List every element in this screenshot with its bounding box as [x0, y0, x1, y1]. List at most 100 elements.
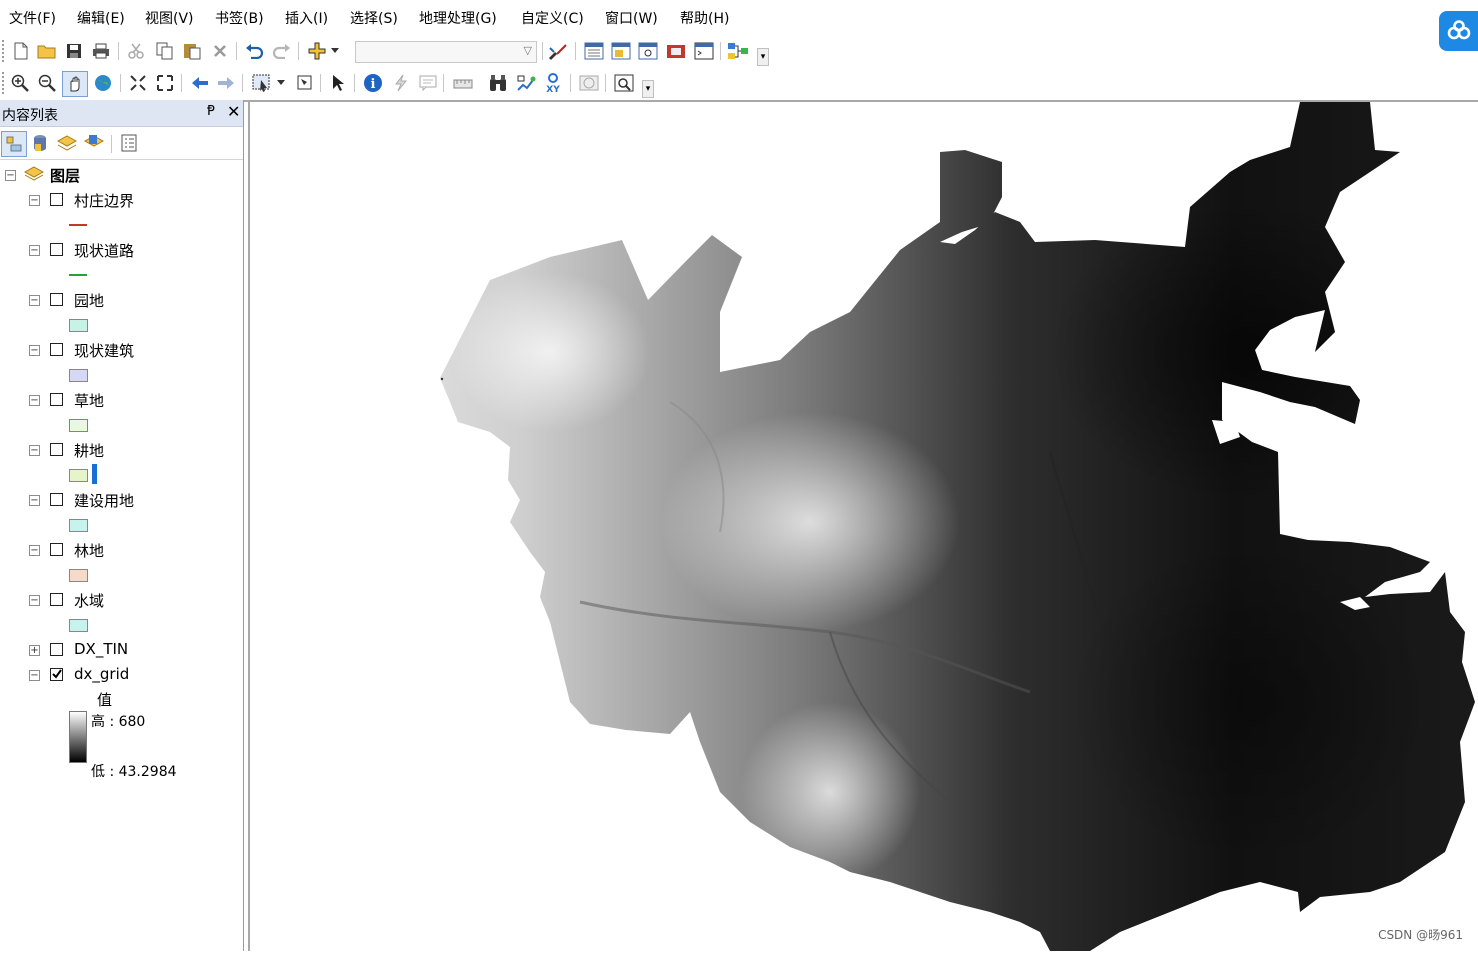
layer-name[interactable]: 村庄边界 — [74, 190, 134, 210]
layer-name[interactable]: DX_TIN — [74, 640, 128, 660]
select-elements-icon[interactable] — [326, 71, 350, 95]
layer-name[interactable]: 草地 — [74, 390, 104, 410]
layer-expand-toggle[interactable]: − — [29, 670, 40, 681]
open-folder-icon[interactable] — [35, 39, 59, 63]
layer-visibility-checkbox[interactable] — [50, 293, 63, 306]
forward-arrow-icon[interactable] — [214, 71, 238, 95]
viewer-window-icon[interactable] — [612, 71, 636, 95]
paste-icon[interactable] — [180, 39, 204, 63]
layer-expand-toggle[interactable]: − — [29, 495, 40, 506]
catalog-icon[interactable] — [609, 39, 633, 63]
layer-symbol-line[interactable] — [69, 224, 87, 226]
layer-expand-toggle[interactable]: − — [29, 595, 40, 606]
table-of-contents-icon[interactable] — [582, 39, 606, 63]
toolbar-grip[interactable] — [2, 72, 7, 94]
layer-name[interactable]: 建设用地 — [74, 490, 134, 510]
menu-view[interactable]: 视图(V) — [145, 8, 194, 28]
layer-visibility-checkbox[interactable] — [50, 593, 63, 606]
zoom-in-icon[interactable] — [8, 71, 32, 95]
measure-icon[interactable] — [451, 71, 475, 95]
layers-collapse-toggle[interactable]: − — [5, 170, 16, 181]
toolbar-grip[interactable] — [2, 40, 7, 62]
pan-icon[interactable] — [62, 71, 88, 97]
layer-symbol-line[interactable] — [69, 274, 87, 276]
toolbar-options-icon[interactable]: ▾ — [642, 80, 654, 98]
close-icon[interactable]: ✕ — [227, 102, 240, 121]
list-by-drawing-order-icon[interactable] — [1, 131, 27, 157]
identify-icon[interactable]: i — [361, 71, 385, 95]
list-by-source-icon[interactable] — [28, 131, 52, 155]
search-window-icon[interactable] — [636, 39, 660, 63]
new-document-icon[interactable] — [9, 39, 33, 63]
layer-expand-toggle[interactable]: − — [29, 445, 40, 456]
layer-name[interactable]: dx_grid — [74, 665, 129, 685]
delete-icon[interactable] — [208, 39, 232, 63]
copy-icon[interactable] — [153, 39, 177, 63]
layer-visibility-checkbox[interactable] — [50, 243, 63, 256]
layer-visibility-checkbox[interactable] — [50, 343, 63, 356]
layer-visibility-checkbox[interactable] — [50, 643, 63, 656]
pin-icon[interactable]: Ᵽ — [207, 104, 215, 119]
layer-symbol-fill[interactable] — [69, 519, 88, 532]
options-icon[interactable] — [117, 131, 141, 155]
layer-symbol-fill[interactable] — [69, 369, 88, 382]
layer-symbol-fill[interactable] — [69, 469, 88, 482]
cloud-sync-icon[interactable] — [1439, 11, 1478, 51]
menu-help[interactable]: 帮助(H) — [680, 8, 729, 28]
select-features-icon[interactable] — [250, 71, 274, 95]
html-popup-icon[interactable] — [416, 71, 440, 95]
find-route-icon[interactable] — [514, 71, 538, 95]
layer-symbol-fill[interactable] — [69, 319, 88, 332]
layer-expand-toggle[interactable]: − — [29, 195, 40, 206]
add-data-dropdown-icon[interactable] — [328, 39, 342, 63]
go-to-xy-icon[interactable]: XY — [541, 71, 565, 95]
layer-symbol-fill[interactable] — [69, 419, 88, 432]
menu-customize[interactable]: 自定义(C) — [521, 8, 584, 28]
full-extent-icon[interactable] — [91, 71, 115, 95]
layer-expand-toggle[interactable]: − — [29, 295, 40, 306]
select-dropdown-icon[interactable] — [274, 71, 288, 95]
time-slider-icon[interactable] — [577, 71, 601, 95]
print-icon[interactable] — [89, 39, 113, 63]
menu-geoprocessing[interactable]: 地理处理(G) — [419, 8, 497, 28]
layer-expand-toggle[interactable]: + — [29, 645, 40, 656]
layer-symbol-fill[interactable] — [69, 569, 88, 582]
layer-symbol-fill[interactable] — [69, 619, 88, 632]
layer-expand-toggle[interactable]: − — [29, 345, 40, 356]
fixed-zoom-out-icon[interactable] — [153, 71, 177, 95]
layer-name[interactable]: 耕地 — [74, 440, 104, 460]
redo-icon[interactable] — [270, 39, 294, 63]
back-arrow-icon[interactable] — [188, 71, 212, 95]
clear-selection-icon[interactable] — [293, 71, 317, 95]
layer-visibility-checkbox[interactable] — [50, 393, 63, 406]
add-data-icon[interactable] — [305, 39, 329, 63]
save-icon[interactable] — [62, 39, 86, 63]
list-by-selection-icon[interactable] — [82, 131, 106, 155]
fixed-zoom-in-icon[interactable] — [126, 71, 150, 95]
editor-toolbar-icon[interactable] — [546, 39, 570, 63]
menu-selection[interactable]: 选择(S) — [350, 8, 398, 28]
list-by-visibility-icon[interactable] — [55, 131, 79, 155]
cut-icon[interactable] — [124, 39, 148, 63]
modelbuilder-icon[interactable] — [726, 39, 750, 63]
layer-name[interactable]: 水域 — [74, 590, 104, 610]
menu-windows[interactable]: 窗口(W) — [605, 8, 658, 28]
layer-visibility-checkbox[interactable] — [50, 443, 63, 456]
menu-edit[interactable]: 编辑(E) — [77, 8, 125, 28]
layer-name[interactable]: 园地 — [74, 290, 104, 310]
layer-visibility-checkbox[interactable] — [50, 668, 63, 681]
arctoolbox-icon[interactable] — [664, 39, 688, 63]
map-view[interactable] — [250, 102, 1478, 951]
layer-expand-toggle[interactable]: − — [29, 245, 40, 256]
python-window-icon[interactable] — [692, 39, 716, 63]
layer-visibility-checkbox[interactable] — [50, 493, 63, 506]
layer-name[interactable]: 现状道路 — [74, 240, 134, 260]
layer-expand-toggle[interactable]: − — [29, 545, 40, 556]
hyperlink-icon[interactable] — [389, 71, 413, 95]
layer-name[interactable]: 林地 — [74, 540, 104, 560]
toolbar-options-icon[interactable]: ▾ — [757, 48, 769, 66]
layer-visibility-checkbox[interactable] — [50, 543, 63, 556]
layer-visibility-checkbox[interactable] — [50, 193, 63, 206]
find-binoculars-icon[interactable] — [486, 71, 510, 95]
layer-expand-toggle[interactable]: − — [29, 395, 40, 406]
